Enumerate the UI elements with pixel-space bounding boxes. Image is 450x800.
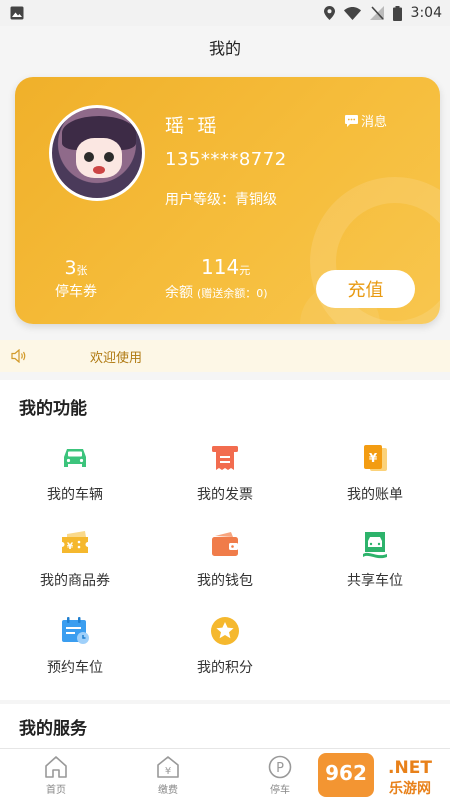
- tab-label: 停车: [270, 785, 290, 796]
- function-shared-parking[interactable]: 共享车位: [300, 528, 450, 590]
- function-label: 我的商品券: [40, 573, 110, 589]
- site-watermark-logo: 962 .NET 乐游网: [318, 753, 432, 797]
- reserve-icon: [62, 617, 89, 644]
- coupons-unit: 张: [76, 264, 88, 277]
- wifi-icon: [343, 6, 361, 20]
- page-title-bar: 我的: [0, 26, 450, 68]
- balance-label: 余额: [165, 285, 193, 301]
- svg-text:962: 962: [325, 761, 367, 785]
- home-icon: [45, 756, 67, 778]
- function-label: 共享车位: [347, 573, 403, 589]
- function-label: 我的车辆: [47, 487, 103, 503]
- avatar[interactable]: [49, 105, 145, 201]
- status-bar: 3:04: [0, 0, 450, 26]
- tab-label: 首页: [46, 785, 66, 796]
- function-label: 我的账单: [347, 487, 403, 503]
- svg-text:¥: ¥: [369, 451, 378, 465]
- svg-text:P: P: [276, 761, 284, 776]
- function-label: 我的发票: [197, 487, 253, 503]
- points-icon: [211, 617, 239, 645]
- signal-off-icon: [369, 6, 384, 20]
- function-reserve-parking[interactable]: 预约车位: [0, 615, 150, 677]
- phone-number: 135****8772: [165, 149, 287, 170]
- bill-icon: ¥: [364, 445, 387, 471]
- notice-text: 欢迎使用: [90, 350, 143, 366]
- function-label: 我的钱包: [197, 573, 253, 589]
- speaker-icon: [11, 349, 26, 363]
- battery-icon: [392, 5, 402, 21]
- wallet-icon: [212, 532, 238, 556]
- tab-home[interactable]: 首页: [26, 755, 86, 796]
- function-label: 预约车位: [47, 660, 103, 676]
- parking-icon: P: [268, 755, 292, 779]
- function-my-vehicles[interactable]: 我的车辆: [0, 442, 150, 504]
- functions-title: 我的功能: [19, 399, 87, 419]
- function-my-vouchers[interactable]: ¥ 我的商品券: [0, 528, 150, 590]
- parking-coupons-stat[interactable]: 3张 停车券: [51, 257, 101, 301]
- message-icon: [345, 114, 358, 127]
- function-my-bills[interactable]: ¥ 我的账单: [300, 442, 450, 504]
- voucher-icon: ¥: [62, 531, 88, 553]
- image-notification-icon: [10, 6, 24, 20]
- recharge-button[interactable]: 充值: [316, 270, 415, 308]
- coupons-count: 3: [64, 257, 77, 279]
- payment-icon: ¥: [157, 756, 179, 778]
- location-icon: [323, 6, 335, 20]
- tab-payment[interactable]: ¥ 缴费: [138, 755, 198, 796]
- services-title: 我的服务: [19, 719, 87, 739]
- shared-parking-icon: [363, 532, 387, 559]
- balance-value: 114: [201, 255, 240, 279]
- username: 瑶¯瑶: [165, 115, 219, 137]
- user-level: 用户等级：青铜级: [165, 192, 277, 208]
- messages-button[interactable]: 消息: [345, 111, 387, 130]
- balance-stat[interactable]: 114元 余额 (赠送余额：0): [165, 255, 268, 302]
- function-my-points[interactable]: 我的积分: [150, 615, 300, 677]
- status-time: 3:04: [410, 5, 442, 21]
- gift-balance: (赠送余额：0): [197, 287, 268, 300]
- tab-parking[interactable]: P 停车: [250, 755, 310, 796]
- function-my-invoices[interactable]: 我的发票: [150, 442, 300, 504]
- page-title: 我的: [208, 39, 241, 58]
- notice-bar: 欢迎使用: [0, 340, 450, 372]
- coupons-label: 停车券: [55, 284, 97, 300]
- function-my-wallet[interactable]: 我的钱包: [150, 528, 300, 590]
- svg-text:乐游网: 乐游网: [389, 780, 431, 797]
- svg-text:¥: ¥: [165, 766, 171, 777]
- svg-text:.NET: .NET: [388, 758, 432, 778]
- function-label: 我的积分: [197, 660, 253, 676]
- invoice-icon: [212, 446, 238, 470]
- car-icon: [64, 449, 86, 467]
- messages-label: 消息: [361, 115, 388, 130]
- profile-card: 瑶¯瑶 消息 135****8772 用户等级：青铜级 3张 停车券 114元 …: [15, 77, 440, 324]
- services-section: 我的服务: [0, 704, 450, 750]
- tab-label: 缴费: [158, 785, 178, 796]
- svg-text:¥: ¥: [67, 542, 74, 552]
- functions-section: 我的功能 我的车辆 我的发票 ¥ 我的账单 ¥ 我的商品券 我的钱包 共享车位 …: [0, 380, 450, 700]
- balance-unit: 元: [239, 264, 251, 277]
